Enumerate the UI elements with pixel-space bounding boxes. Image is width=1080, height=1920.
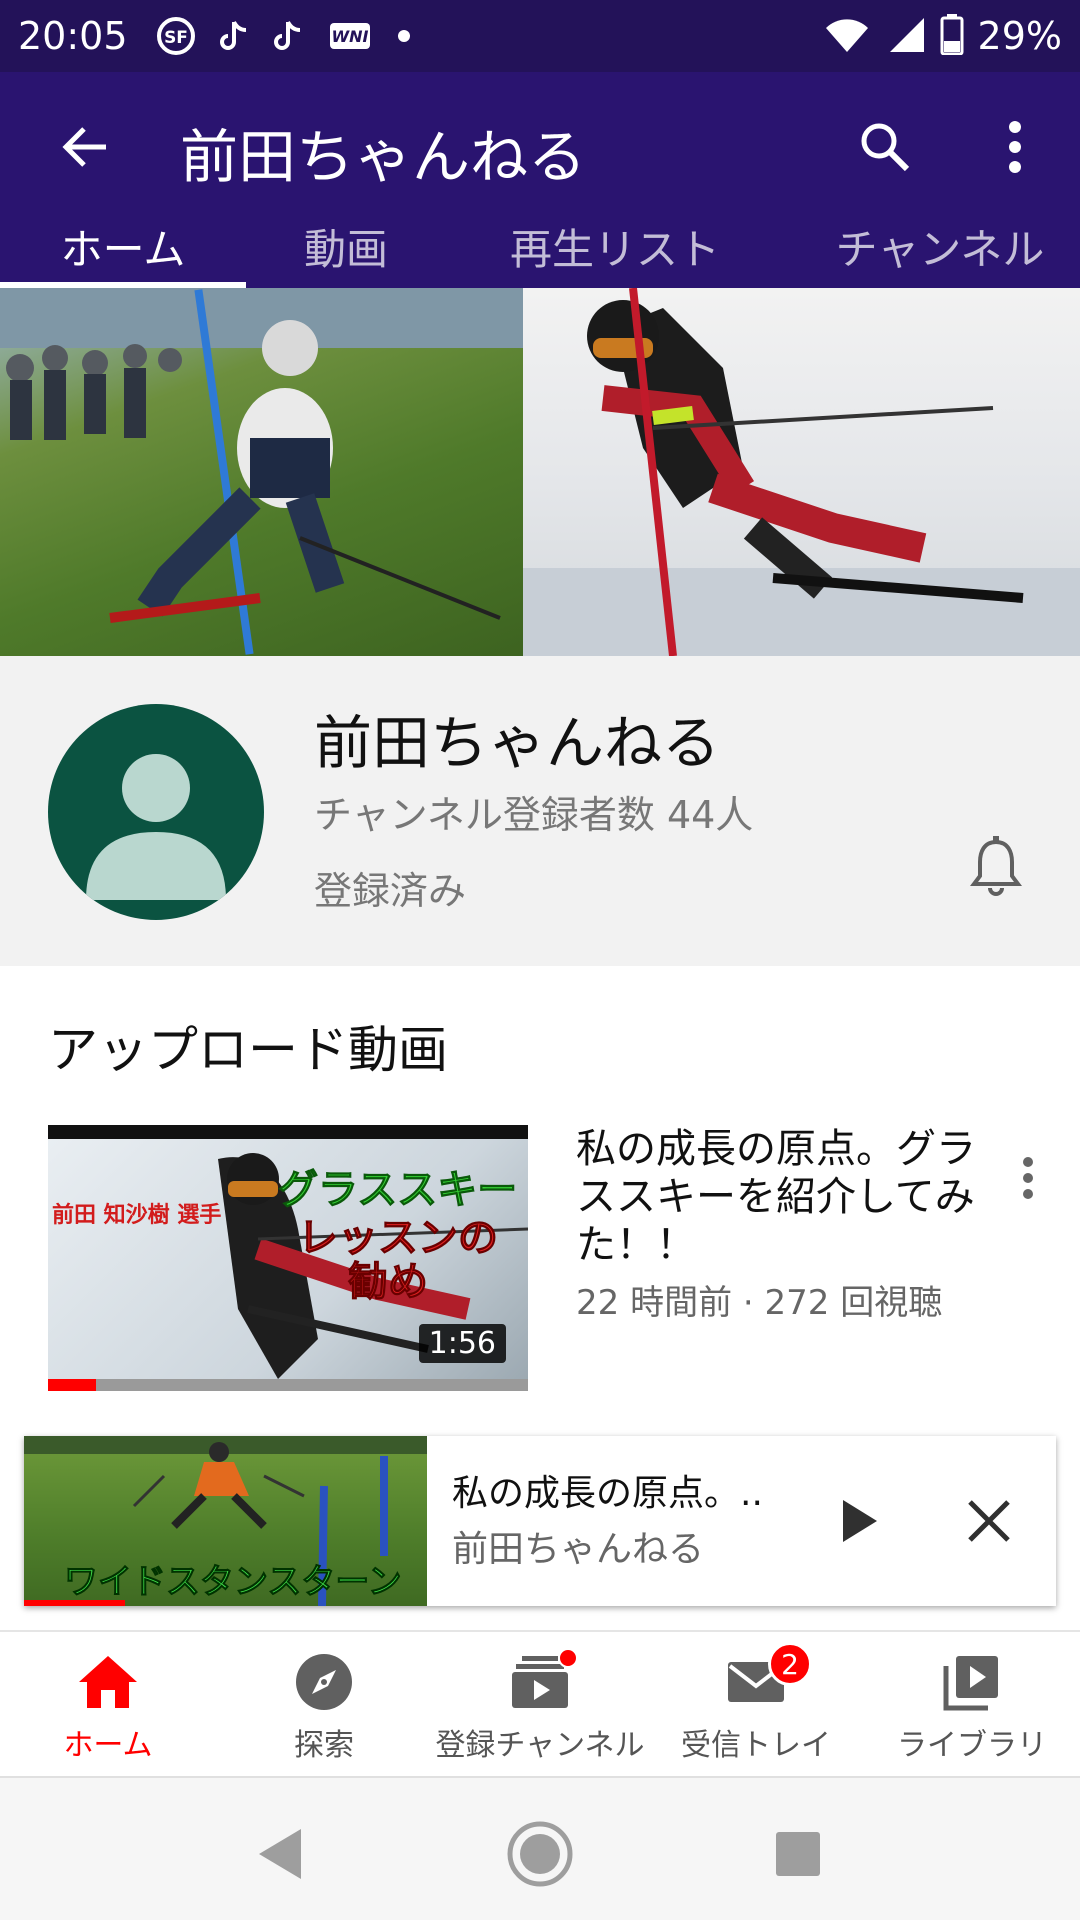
wni-icon: WNI [328, 19, 372, 53]
more-vert-icon [1009, 121, 1021, 173]
svg-text:WNI: WNI [331, 27, 368, 46]
subscriptions-badge-dot [558, 1648, 578, 1668]
mini-player-play-button[interactable] [824, 1486, 894, 1556]
mini-player-close-button[interactable] [954, 1486, 1024, 1556]
nav-home[interactable]: ホーム [0, 1632, 216, 1776]
more-options-button[interactable] [980, 112, 1050, 182]
default-avatar-icon [86, 754, 226, 900]
tiktok-icon [273, 18, 304, 54]
notification-bell-button[interactable] [966, 832, 1026, 902]
subscriptions-icon [510, 1648, 578, 1714]
bottom-navigation: ホーム 探索 登録チャンネル 2 受信トレイ ライブラリ [0, 1630, 1080, 1774]
library-icon [942, 1650, 1002, 1714]
channel-avatar[interactable] [48, 704, 264, 920]
channel-header: 前田ちゃんねる チャンネル登録者数 44人 登録済み [0, 656, 1080, 966]
tiktok-icon [219, 18, 250, 54]
banner-image-grass-skier [0, 288, 523, 656]
signal-icon [886, 14, 926, 58]
system-home-button[interactable] [500, 1814, 580, 1894]
channel-tabs: ホーム 動画 再生リスト チャンネル [0, 216, 1080, 288]
mini-player-title: 私の成長の原点。.. [452, 1473, 763, 1514]
watch-progress-track [48, 1379, 528, 1391]
battery-percent: 29% [977, 14, 1062, 58]
inbox-icon: 2 [726, 1642, 812, 1714]
tab-playlists[interactable]: 再生リスト [470, 216, 760, 288]
nav-home-label: ホーム [63, 1728, 153, 1763]
video-title[interactable]: 私の成長の原点。グラススキーを紹介してみた！！ [576, 1125, 976, 1269]
mini-player-channel: 前田ちゃんねる [452, 1529, 705, 1570]
back-arrow-icon [62, 127, 106, 167]
notification-dot-icon [396, 28, 412, 44]
system-back-button[interactable] [240, 1814, 320, 1894]
app-bar: 前田ちゃんねる ホーム 動画 再生リスト チャンネル [0, 72, 1080, 288]
nav-subscriptions[interactable]: 登録チャンネル [432, 1632, 648, 1776]
tab-channels[interactable]: チャンネル [800, 216, 1080, 288]
tab-videos[interactable]: 動画 [246, 216, 446, 288]
close-icon [968, 1500, 1010, 1542]
triangle-back-icon [259, 1829, 301, 1879]
back-button[interactable] [50, 112, 120, 182]
system-recents-button[interactable] [758, 1814, 838, 1894]
tab-home[interactable]: ホーム [0, 216, 246, 288]
uploads-section-title: アップロード動画 [48, 1021, 448, 1079]
circle-home-icon [507, 1821, 573, 1887]
watch-progress-fill [48, 1379, 96, 1391]
search-icon [861, 123, 910, 172]
nav-library-label: ライブラリ [897, 1728, 1047, 1763]
nav-explore-label: 探索 [294, 1728, 354, 1763]
home-icon [77, 1650, 139, 1714]
system-navigation-bar [0, 1776, 1080, 1920]
inbox-badge-count: 2 [768, 1642, 812, 1686]
app-bar-title: 前田ちゃんねる [180, 123, 587, 191]
mini-player-progress [24, 1600, 125, 1606]
video-meta: 22 時間前 · 272 回視聴 [576, 1283, 943, 1323]
wifi-icon [822, 14, 872, 58]
mini-player-thumbnail[interactable]: ワイドスタンスターン [24, 1436, 427, 1606]
play-icon [843, 1500, 877, 1542]
video-duration: 1:56 [418, 1324, 506, 1363]
thumbnail-name-text: 前田 知沙樹 選手 [52, 1203, 222, 1228]
video-more-button[interactable] [1008, 1143, 1048, 1213]
svg-text:SF: SF [164, 28, 188, 48]
bell-icon [970, 836, 1022, 896]
status-bar: 20:05 SF WNI 29% [0, 0, 1080, 72]
nav-library[interactable]: ライブラリ [864, 1632, 1080, 1776]
search-button[interactable] [850, 112, 920, 182]
nav-inbox-label: 受信トレイ [681, 1728, 831, 1763]
nav-inbox[interactable]: 2 受信トレイ [648, 1632, 864, 1776]
nav-explore[interactable]: 探索 [216, 1632, 432, 1776]
battery-icon [940, 13, 964, 59]
more-vert-icon [1023, 1157, 1033, 1199]
channel-banner [0, 288, 1080, 656]
explore-icon [294, 1650, 354, 1714]
banner-image-snow-skier [523, 288, 1080, 656]
square-recents-icon [776, 1832, 820, 1876]
thumbnail-headline-3: 勧め [348, 1259, 429, 1306]
nav-subscriptions-label: 登録チャンネル [435, 1728, 645, 1763]
mini-player[interactable]: ワイドスタンスターン 私の成長の原点。.. 前田ちゃんねる [24, 1436, 1056, 1606]
subscriber-count: チャンネル登録者数 44人 [314, 793, 754, 837]
video-thumbnail[interactable]: 前田 知沙樹 選手 グラススキー レッスンの 勧め 1:56 [48, 1125, 528, 1391]
video-list-item[interactable]: 前田 知沙樹 選手 グラススキー レッスンの 勧め 1:56 私の成長の原点。グ… [48, 1125, 1048, 1395]
mini-thumbnail-text: ワイドスタンスターン [64, 1562, 403, 1603]
status-time: 20:05 [18, 14, 128, 58]
channel-name: 前田ちゃんねる [314, 709, 721, 777]
subscribed-button[interactable]: 登録済み [314, 860, 466, 915]
tsf-icon: SF [156, 16, 196, 56]
